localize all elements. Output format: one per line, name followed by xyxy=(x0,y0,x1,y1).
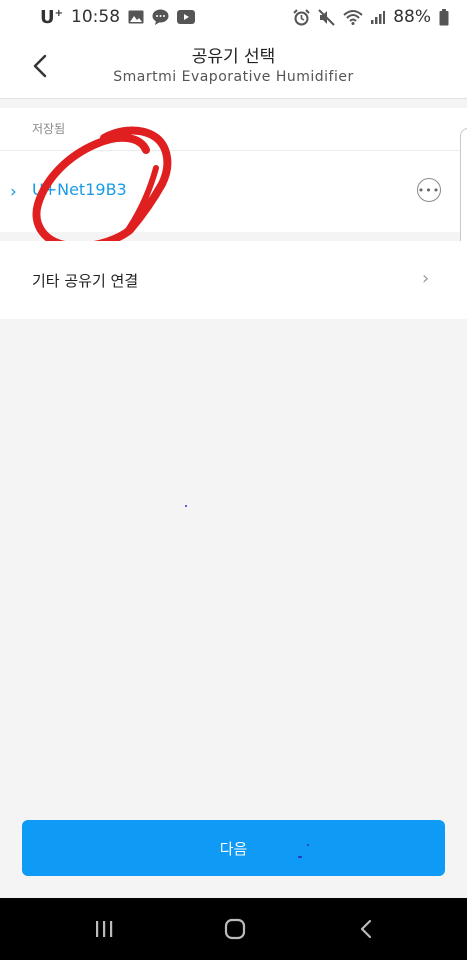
page-title: 공유기 선택 xyxy=(191,47,276,67)
alarm-icon xyxy=(293,8,310,26)
home-icon xyxy=(224,918,246,940)
stray-dot xyxy=(307,844,309,846)
wifi-icon xyxy=(343,9,363,25)
system-back-button[interactable] xyxy=(326,898,406,960)
recent-apps-icon xyxy=(96,921,113,937)
page-subtitle: Smartmi Evaporative Humidifier xyxy=(113,69,354,85)
next-button[interactable]: 다음 xyxy=(22,820,445,876)
chevron-right-icon: › xyxy=(422,268,430,289)
stray-dot xyxy=(185,505,187,507)
recent-apps-button[interactable] xyxy=(64,898,144,960)
battery-icon xyxy=(439,8,449,26)
saved-networks-section: 저장됨 › U+Net19B3 ••• xyxy=(0,108,467,232)
next-button-label: 다음 xyxy=(219,839,248,858)
network-name: U+Net19B3 xyxy=(32,180,127,199)
home-button[interactable] xyxy=(195,898,275,960)
back-arrow-icon xyxy=(360,919,372,939)
saved-section-label: 저장됨 xyxy=(32,122,66,136)
saved-network-row[interactable]: › U+Net19B3 ••• xyxy=(0,152,467,232)
image-icon xyxy=(128,10,144,24)
system-nav-bar xyxy=(0,898,467,960)
more-options-button[interactable]: ••• xyxy=(417,178,441,202)
app-header: 공유기 선택 Smartmi Evaporative Humidifier xyxy=(0,34,467,99)
mute-icon xyxy=(318,8,335,26)
chat-bubble-icon xyxy=(152,9,169,25)
chevron-right-icon: › xyxy=(10,182,17,202)
youtube-icon xyxy=(177,10,196,24)
clock: 10:58 xyxy=(71,7,121,27)
other-router-row[interactable]: 기타 공유기 연결 › xyxy=(0,241,467,319)
divider xyxy=(0,150,467,151)
stray-dot xyxy=(298,856,302,858)
signal-icon xyxy=(371,10,386,24)
more-dots-icon: ••• xyxy=(417,183,441,197)
battery-percent: 88% xyxy=(393,7,431,27)
other-router-label: 기타 공유기 연결 xyxy=(32,272,139,290)
carrier-label: U+ xyxy=(40,6,64,28)
status-bar: U+ 10:58 88% xyxy=(0,0,467,34)
